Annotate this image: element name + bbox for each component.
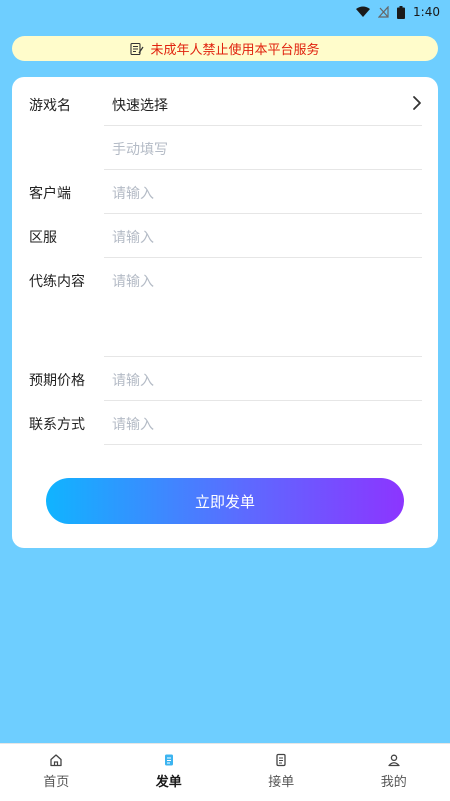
tab-profile[interactable]: 我的 bbox=[338, 744, 450, 801]
game-quick-select-text: 快速选择 bbox=[112, 95, 168, 115]
content-row: 代练内容 请输入 bbox=[12, 258, 438, 356]
tab-home[interactable]: 首页 bbox=[0, 744, 113, 801]
submit-order-button[interactable]: 立即发单 bbox=[46, 478, 404, 524]
status-bar: 1:40 bbox=[0, 0, 450, 24]
tab-home-label: 首页 bbox=[43, 771, 69, 790]
price-placeholder: 请输入 bbox=[112, 370, 154, 390]
order-form-card: 游戏名 快速选择 手动填写 客户端 请输入 区服 请输入 代练内容 请输入 bbox=[12, 77, 438, 548]
notice-icon bbox=[130, 42, 144, 56]
server-label: 区服 bbox=[29, 227, 57, 247]
contact-row: 联系方式 请输入 bbox=[12, 401, 438, 444]
chevron-right-icon bbox=[412, 95, 422, 115]
tab-profile-label: 我的 bbox=[381, 771, 407, 790]
notice-text: 未成年人禁止使用本平台服务 bbox=[150, 39, 319, 58]
tab-accept-order-label: 接单 bbox=[268, 771, 294, 790]
game-manual-placeholder: 手动填写 bbox=[112, 139, 168, 159]
client-input[interactable]: 请输入 bbox=[104, 170, 422, 214]
game-quick-select[interactable]: 快速选择 bbox=[104, 81, 422, 126]
contact-label: 联系方式 bbox=[29, 414, 85, 434]
tab-post-order[interactable]: 发单 bbox=[113, 744, 226, 801]
wifi-icon bbox=[356, 6, 370, 18]
home-icon bbox=[49, 753, 63, 767]
server-row: 区服 请输入 bbox=[12, 214, 438, 257]
battery-icon bbox=[397, 6, 405, 19]
game-name-label: 游戏名 bbox=[29, 95, 71, 115]
status-time: 1:40 bbox=[413, 5, 440, 19]
no-signal-icon bbox=[378, 6, 389, 18]
price-row: 预期价格 请输入 bbox=[12, 357, 438, 400]
client-placeholder: 请输入 bbox=[112, 183, 154, 203]
content-label: 代练内容 bbox=[29, 271, 85, 291]
minor-warning-banner: 未成年人禁止使用本平台服务 bbox=[12, 36, 438, 61]
post-order-icon bbox=[162, 753, 176, 767]
bottom-tab-bar: 首页 发单 接单 我的 bbox=[0, 743, 450, 801]
profile-icon bbox=[387, 753, 401, 767]
server-input[interactable]: 请输入 bbox=[104, 214, 422, 258]
game-manual-row: 手动填写 bbox=[12, 126, 438, 169]
contact-input[interactable]: 请输入 bbox=[104, 401, 422, 445]
price-input[interactable]: 请输入 bbox=[104, 357, 422, 401]
game-manual-input[interactable]: 手动填写 bbox=[104, 126, 422, 170]
server-placeholder: 请输入 bbox=[112, 227, 154, 247]
price-label: 预期价格 bbox=[29, 370, 85, 390]
content-placeholder: 请输入 bbox=[112, 271, 154, 291]
content-textarea[interactable]: 请输入 bbox=[104, 258, 422, 357]
tab-post-order-label: 发单 bbox=[156, 771, 182, 790]
tab-accept-order[interactable]: 接单 bbox=[225, 744, 338, 801]
client-row: 客户端 请输入 bbox=[12, 170, 438, 213]
contact-placeholder: 请输入 bbox=[112, 414, 154, 434]
client-label: 客户端 bbox=[29, 183, 71, 203]
game-name-row[interactable]: 游戏名 快速选择 bbox=[12, 81, 438, 125]
accept-order-icon bbox=[274, 753, 288, 767]
